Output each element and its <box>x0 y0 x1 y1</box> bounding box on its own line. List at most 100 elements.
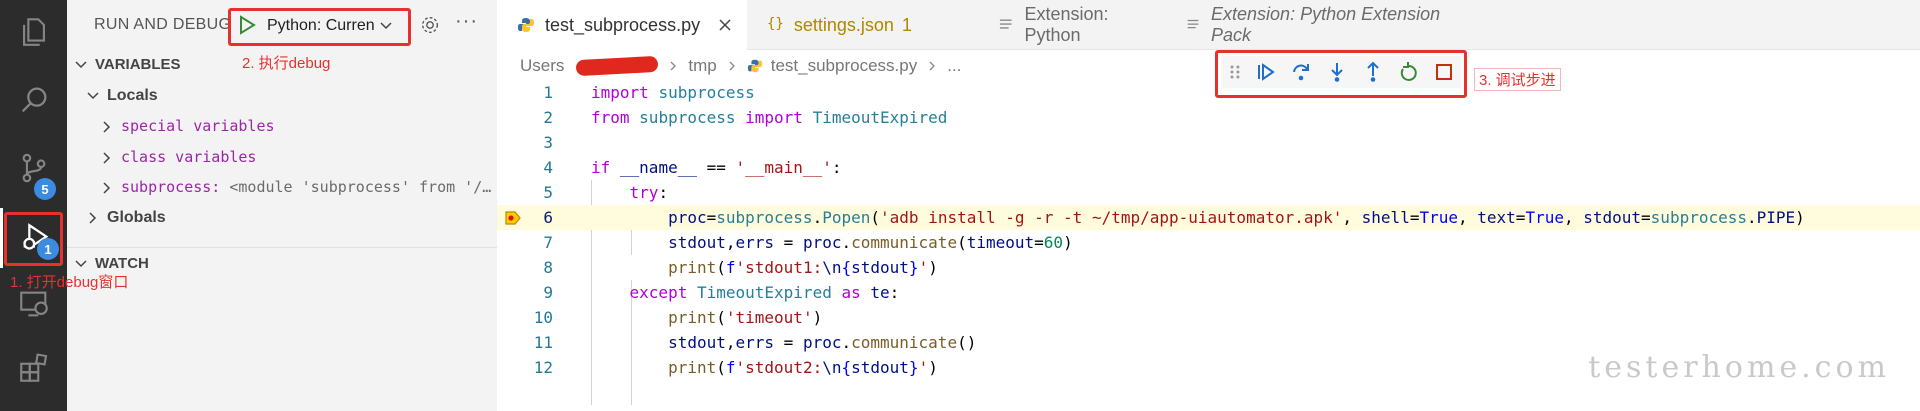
line-number: 11 <box>533 333 553 352</box>
subprocess-variable-value: <module 'subprocess' from '/… <box>229 178 492 196</box>
code-token: = <box>1641 208 1651 227</box>
code-token: __name__ <box>619 158 697 177</box>
code-token: 60 <box>1043 233 1064 252</box>
code-line[interactable]: 4 if __name__ == '__main__': <box>497 155 1920 180</box>
code-line[interactable]: 1 import subprocess <box>497 80 1920 105</box>
code-token: PIPE <box>1756 208 1796 227</box>
line-number: 4 <box>543 158 553 177</box>
code-line[interactable]: 10 print('timeout') <box>497 305 1920 330</box>
tab-settings-json[interactable]: {} settings.json 1 <box>747 0 977 50</box>
tab-extension-python[interactable]: Extension: Python <box>977 0 1165 50</box>
problem-count: 1 <box>901 14 912 35</box>
subprocess-variable-item[interactable]: subprocess: <module 'subprocess' from '/… <box>101 175 493 199</box>
code-token: : <box>889 283 900 302</box>
code-token: } <box>908 358 919 377</box>
code-token: communicate <box>851 233 958 252</box>
code-token: text <box>1477 208 1516 227</box>
code-line[interactable]: 9 except TimeoutExpired as te: <box>497 280 1920 305</box>
code-token: errs <box>735 233 775 252</box>
breadcrumb-file[interactable]: test_subprocess.py <box>771 56 917 76</box>
breadcrumb-tail[interactable]: ... <box>947 56 961 76</box>
code-token: ) <box>928 358 938 377</box>
code-line[interactable]: 2 from subprocess import TimeoutExpired <box>497 105 1920 130</box>
annotation-box-debug-view <box>4 212 63 266</box>
extensions-icon[interactable] <box>0 338 67 398</box>
variables-section-header[interactable]: VARIABLES <box>75 53 181 77</box>
close-icon[interactable] <box>718 18 732 32</box>
python-icon <box>518 18 534 32</box>
code-line[interactable]: 5 try: <box>497 180 1920 205</box>
annotation-run-debug: 2. 执行debug <box>242 55 331 72</box>
extension-icon <box>1187 19 1199 29</box>
python-icon <box>747 59 762 73</box>
code-text: print(f'stdout1:\n{stdout}') <box>591 255 938 280</box>
annotation-box-run-debug <box>228 8 411 46</box>
code-token: stdout <box>668 333 726 352</box>
gear-icon[interactable] <box>419 14 441 36</box>
editor-tabs: test_subprocess.py {} settings.json 1 Ex… <box>497 0 1920 50</box>
chevron-right-icon <box>103 120 111 133</box>
code-token: subprocess <box>639 108 736 127</box>
code-line[interactable]: 6 proc=subprocess.Popen('adb install -g … <box>497 205 1920 230</box>
code-token: \n <box>822 358 842 377</box>
explorer-icon[interactable] <box>0 2 67 62</box>
activity-bar: 5 1 <box>0 0 67 411</box>
code-text: except TimeoutExpired as te: <box>591 280 900 305</box>
code-token: timeout <box>966 233 1035 252</box>
more-actions-icon[interactable]: ··· <box>455 10 478 33</box>
code-token: proc <box>802 333 842 352</box>
chevron-down-icon <box>75 260 87 268</box>
chevron-down-icon <box>75 61 87 69</box>
code-line[interactable]: 3 <box>497 130 1920 155</box>
code-token: f <box>725 358 736 377</box>
line-number: 10 <box>533 308 553 327</box>
code-token: import <box>745 108 803 127</box>
code-token: ( <box>870 208 881 227</box>
variables-label: VARIABLES <box>95 56 181 73</box>
code-token: { <box>841 358 852 377</box>
line-number: 2 <box>543 108 553 127</box>
code-token: . <box>841 233 852 252</box>
code-token: . <box>812 208 823 227</box>
code-token: subprocess <box>658 83 755 102</box>
globals-scope[interactable]: Globals <box>87 206 166 230</box>
code-token: . <box>1747 208 1757 227</box>
code-text: from subprocess import TimeoutExpired <box>591 105 947 130</box>
tab-extension-pack[interactable]: Extension: Python Extension Pack <box>1165 0 1455 50</box>
code-line[interactable]: 8 print(f'stdout1:\n{stdout}') <box>497 255 1920 280</box>
locals-scope[interactable]: Locals <box>87 84 158 108</box>
code-text: if __name__ == '__main__': <box>591 155 841 180</box>
annotation-open-debug: 1. 打开debug窗口 <box>10 274 129 291</box>
code-token: { <box>841 258 852 277</box>
breadcrumb-root[interactable]: Users <box>520 56 564 76</box>
code-token: 'adb install -g -r -t ~/tmp/app-uiautoma… <box>880 208 1343 227</box>
code-line[interactable]: 7 stdout,errs = proc.communicate(timeout… <box>497 230 1920 255</box>
search-icon[interactable] <box>0 70 67 130</box>
code-token: stdout <box>1583 208 1642 227</box>
code-token: from <box>591 108 630 127</box>
code-token: except <box>629 283 688 302</box>
chevron-down-icon <box>87 92 99 99</box>
code-token: , <box>1458 208 1478 227</box>
special-variables-item[interactable]: special variables <box>101 114 275 138</box>
code-token: \n <box>822 258 842 277</box>
line-number: 1 <box>543 83 553 102</box>
code-text: print('timeout') <box>591 305 822 330</box>
code-token: ( <box>716 308 726 327</box>
code-token: stdout <box>851 358 909 377</box>
source-control-icon[interactable]: 5 <box>0 138 67 200</box>
code-text: print(f'stdout2:\n{stdout}') <box>591 355 938 380</box>
breadcrumb-folder[interactable]: tmp <box>688 56 716 76</box>
code-token: 'stdout2: <box>735 358 823 377</box>
code-token: ( <box>716 258 726 277</box>
tab-test-subprocess[interactable]: test_subprocess.py <box>497 0 747 50</box>
class-variables-item[interactable]: class variables <box>101 145 256 169</box>
